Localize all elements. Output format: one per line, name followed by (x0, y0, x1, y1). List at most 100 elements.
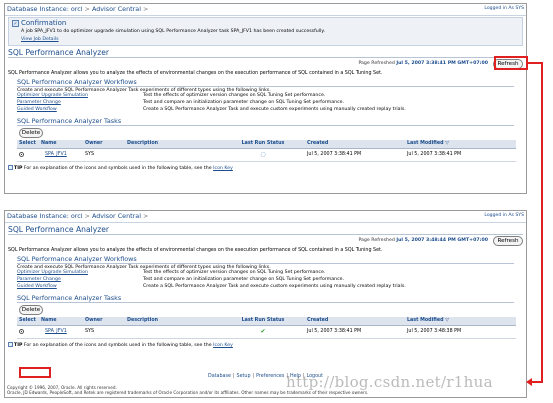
created-cell: Jul 5, 2007 3:38:41 PM (305, 148, 405, 162)
page-refreshed-text: Page Refreshed Jul 5, 2007 3:48:44 PM GM… (358, 238, 488, 243)
name-cell: SPA_JFV1 (39, 325, 83, 339)
workflow-item: Guided Workflow Create a SQL Performance … (17, 284, 514, 291)
col-description[interactable]: Description (125, 317, 221, 326)
completed-check-icon[interactable]: ✔ (260, 328, 265, 335)
page-title: SQL Performance Analyzer (8, 47, 523, 58)
owner-cell: SYS (83, 148, 125, 162)
delete-button[interactable]: Delete (19, 305, 43, 315)
sort-descending-icon: ▽ (445, 318, 449, 324)
select-cell (17, 325, 39, 339)
tip-text: For an explanation of the icons and symb… (23, 165, 212, 171)
tip-label: TIP (14, 342, 23, 348)
tasks-table: Select Name Owner Description Last Run S… (17, 317, 516, 339)
footer-separator: | (302, 374, 305, 379)
workflow-desc: Create a SQL Performance Analyzer Task a… (143, 284, 406, 289)
guided-workflow-link[interactable]: Guided Workflow (17, 107, 57, 112)
breadcrumb-separator: > (142, 212, 149, 220)
confirmation-title-text: Confirmation (21, 19, 67, 27)
workflow-desc: Test and compare an initialization param… (143, 277, 345, 282)
footer-link-setup[interactable]: Setup (237, 374, 251, 379)
tip-line: TIP For an explanation of the icons and … (8, 341, 514, 348)
col-last-run-status[interactable]: Last Run Status (221, 140, 305, 149)
col-last-modified[interactable]: Last Modified ▽ (405, 317, 516, 326)
task-name-link[interactable]: SPA_JFV1 (45, 152, 67, 157)
status-cell: ◌ (221, 148, 305, 162)
task-radio[interactable] (19, 151, 24, 157)
parameter-change-link[interactable]: Parameter Change (17, 100, 61, 105)
breadcrumb-advisor-central-link[interactable]: Advisor Central (92, 5, 141, 13)
page-refreshed-label: Page Refreshed (358, 61, 395, 66)
tip-icon (8, 341, 13, 347)
trademark-line: Oracle, JD Edwards, PeopleSoft, and Rete… (7, 390, 369, 396)
page-refreshed-value: Jul 5, 2007 3:48:44 PM GMT+07:00 (396, 238, 488, 243)
breadcrumb-database-link[interactable]: Database Instance: orcl (7, 5, 83, 13)
footer-link-logout[interactable]: Logout (307, 374, 323, 379)
created-cell: Jul 5, 2007 3:38:41 PM (305, 325, 405, 339)
col-created[interactable]: Created (305, 317, 405, 326)
col-owner[interactable]: Owner (83, 140, 125, 149)
col-last-modified-label: Last Modified (407, 318, 444, 324)
select-cell (17, 148, 39, 162)
breadcrumb-separator: > (84, 5, 90, 13)
footer-separator: | (232, 374, 235, 379)
footer-separator: | (252, 374, 255, 379)
screenshot-after: Database Instance: orcl > Advisor Central >… (4, 210, 527, 398)
logged-in-label: Logged in As SYS (484, 6, 524, 11)
refresh-highlight-box (494, 56, 528, 70)
name-cell: SPA_JFV1 (39, 148, 83, 162)
table-header-row: Select Name Owner Description Last Run S… (17, 140, 516, 149)
tasks-heading: SQL Performance Analyzer Tasks (17, 294, 514, 303)
col-last-modified[interactable]: Last Modified ▽ (405, 140, 516, 149)
workflow-desc: Test the effects of optimizer version ch… (143, 270, 326, 275)
breadcrumb-separator: > (142, 5, 149, 13)
icon-key-link[interactable]: Icon Key (213, 166, 233, 171)
tip-label: TIP (14, 165, 23, 171)
sort-descending-icon: ▽ (445, 141, 449, 147)
view-job-details-link[interactable]: View Job Details (21, 37, 59, 42)
optimizer-upgrade-simulation-link[interactable]: Optimizer Upgrade Simulation (17, 270, 88, 275)
breadcrumb-separator: > (84, 212, 90, 220)
refresh-row: Page Refreshed Jul 5, 2007 3:38:41 PM GM… (5, 58, 526, 69)
tasks-heading: SQL Performance Analyzer Tasks (17, 117, 514, 126)
optimizer-upgrade-simulation-link[interactable]: Optimizer Upgrade Simulation (17, 93, 88, 98)
confirmation-title: ✓ Confirmation (12, 19, 66, 27)
parameter-change-link[interactable]: Parameter Change (17, 277, 61, 282)
col-last-modified-label: Last Modified (407, 141, 444, 147)
col-name[interactable]: Name (39, 140, 83, 149)
breadcrumb-database-link[interactable]: Database Instance: orcl (7, 212, 83, 220)
confirmation-box: ✓ Confirmation A job SPA_JFV1 to do optim… (8, 17, 523, 46)
footer-link-help[interactable]: Help (290, 374, 301, 379)
task-name-link[interactable]: SPA_JFV1 (45, 329, 67, 334)
delete-button[interactable]: Delete (19, 128, 43, 138)
breadcrumb: Database Instance: orcl > Advisor Central > (7, 212, 150, 220)
task-radio[interactable] (19, 328, 24, 334)
workflows-heading: SQL Performance Analyzer Workflows (17, 255, 514, 264)
col-created[interactable]: Created (305, 140, 405, 149)
workflow-desc: Create a SQL Performance Analyzer Task a… (143, 107, 406, 112)
page-refreshed-value: Jul 5, 2007 3:38:41 PM GMT+07:00 (396, 61, 488, 66)
refresh-button[interactable]: Refresh (493, 236, 523, 246)
guided-workflow-link[interactable]: Guided Workflow (17, 284, 57, 289)
breadcrumb-advisor-central-link[interactable]: Advisor Central (92, 212, 141, 220)
confirmation-message: A job SPA_JFV1 to do optimizer upgrade s… (21, 29, 325, 34)
col-owner[interactable]: Owner (83, 317, 125, 326)
workflows-heading: SQL Performance Analyzer Workflows (17, 78, 514, 87)
col-description[interactable]: Description (125, 140, 221, 149)
workflow-desc: Test and compare an initialization param… (143, 100, 345, 105)
header-bar: Database Instance: orcl > Advisor Central >… (5, 4, 526, 16)
workflow-item: Parameter Change Test and compare an init… (17, 100, 514, 107)
col-name[interactable]: Name (39, 317, 83, 326)
tip-line: TIP For an explanation of the icons and … (8, 164, 514, 171)
table-header-row: Select Name Owner Description Last Run S… (17, 317, 516, 326)
footer-link-database[interactable]: Database (208, 374, 231, 379)
status-cell: ✔ (221, 325, 305, 339)
col-last-run-status[interactable]: Last Run Status (221, 317, 305, 326)
table-row: SPA_JFV1 SYS ◌ Jul 5, 2007 3:38:41 PM Ju… (17, 148, 516, 162)
annotation-connector (528, 62, 542, 64)
running-spinner-icon[interactable]: ◌ (260, 151, 265, 158)
footer-links: Database | Setup | Preferences | Help | Logout (5, 374, 526, 379)
modified-cell: Jul 5, 2007 3:38:41 PM (405, 148, 516, 162)
icon-key-link[interactable]: Icon Key (213, 343, 233, 348)
tasks-toolbar: Delete (17, 127, 514, 139)
footer-link-preferences[interactable]: Preferences (256, 374, 284, 379)
